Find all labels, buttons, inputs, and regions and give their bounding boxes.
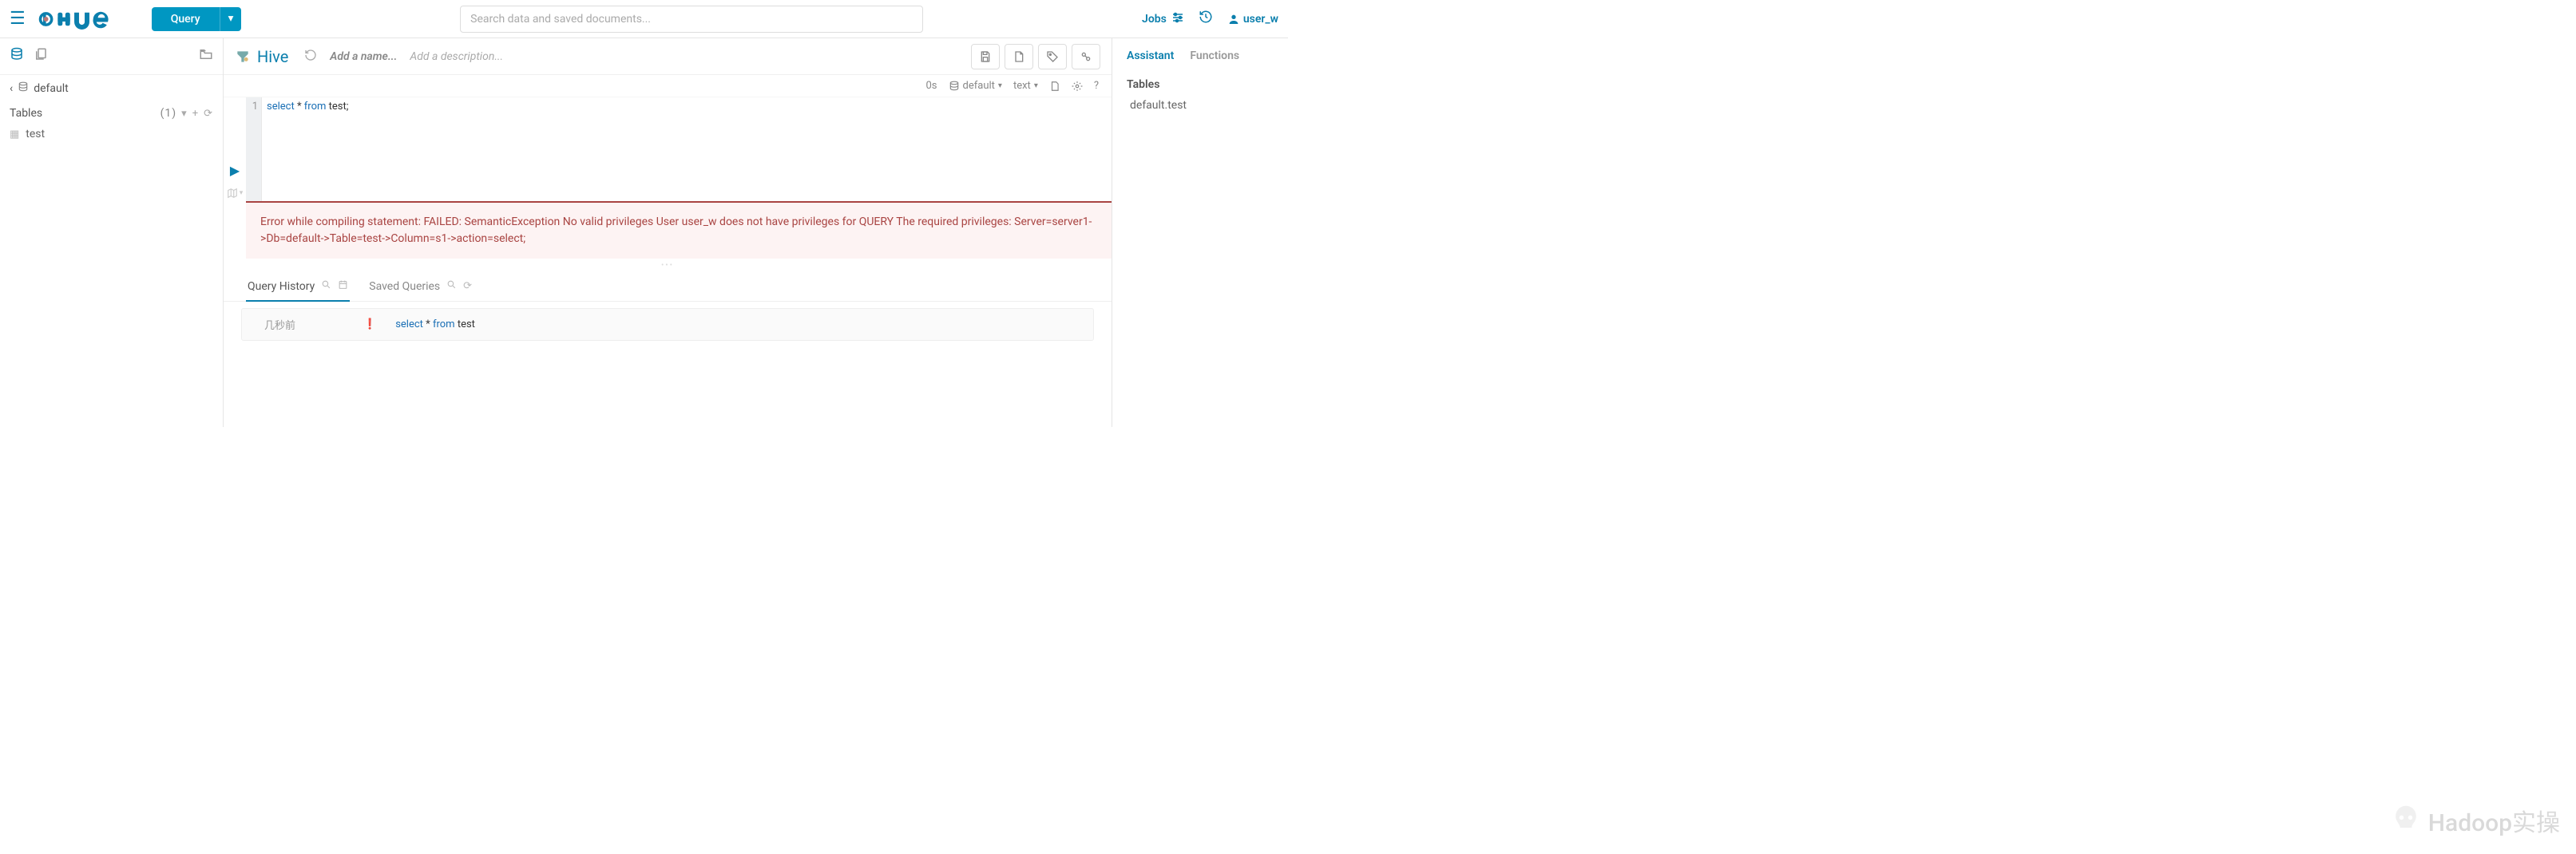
breadcrumb-back-icon[interactable]: ‹	[10, 82, 13, 95]
tab-query-history[interactable]: Query History	[246, 271, 350, 301]
editor-history-icon[interactable]	[304, 49, 317, 65]
assistant-table-item[interactable]: default.test	[1112, 96, 1288, 115]
query-name-input[interactable]: Add a name...	[330, 50, 397, 63]
tables-count: (1)	[161, 107, 177, 120]
assistant-tables-heading: Tables	[1112, 73, 1288, 96]
refresh-tables-icon[interactable]: ⟳	[204, 108, 213, 120]
filter-icon[interactable]: ▾	[181, 108, 188, 120]
engine-label: Hive	[257, 47, 288, 66]
table-name: test	[26, 128, 45, 140]
engine-selector[interactable]: Hive	[235, 47, 288, 66]
sql-editor[interactable]: 1 select * from test;	[246, 97, 1112, 201]
tag-button[interactable]	[1038, 44, 1067, 69]
query-dropdown-caret[interactable]: ▾	[220, 7, 242, 31]
hue-logo[interactable]	[37, 9, 117, 30]
hamburger-icon[interactable]: ☰	[10, 9, 26, 29]
calendar-icon[interactable]	[338, 279, 348, 293]
settings-button[interactable]	[1072, 44, 1100, 69]
refresh-icon[interactable]: ⟳	[463, 280, 472, 292]
history-row[interactable]: 几秒前 ❗ select * from test	[241, 308, 1094, 341]
tab-saved-queries[interactable]: Saved Queries ⟳	[367, 271, 474, 301]
database-sources-icon[interactable]	[10, 47, 24, 65]
doc-icon[interactable]	[1049, 81, 1060, 92]
history-sql: select * from test	[395, 318, 475, 330]
run-query-button[interactable]: ▶	[230, 163, 240, 178]
new-doc-button[interactable]	[1005, 44, 1033, 69]
query-description-input[interactable]: Add a description...	[410, 50, 503, 63]
user-label: user_w	[1243, 13, 1278, 26]
jobs-label: Jobs	[1142, 13, 1167, 26]
table-icon: ▦	[10, 128, 19, 140]
functions-tab[interactable]: Functions	[1190, 49, 1239, 62]
gear-icon[interactable]	[1072, 81, 1083, 92]
add-table-icon[interactable]: +	[192, 108, 199, 120]
history-time: 几秒前	[264, 317, 344, 332]
save-button[interactable]	[971, 44, 1000, 69]
assistant-tab[interactable]: Assistant	[1127, 49, 1174, 62]
sql-code[interactable]: select * from test;	[262, 97, 1112, 201]
resize-handle[interactable]: •••	[224, 259, 1112, 271]
editor-gutter: 1	[246, 97, 262, 201]
sliders-icon	[1171, 11, 1184, 27]
history-icon[interactable]	[1199, 10, 1213, 28]
error-message: Error while compiling statement: FAILED:…	[246, 201, 1112, 259]
search-icon[interactable]	[321, 279, 331, 293]
format-selector[interactable]: text▾	[1013, 80, 1038, 92]
explain-button[interactable]: ▾	[227, 188, 244, 199]
user-menu[interactable]: user_w	[1227, 13, 1278, 26]
database-icon	[18, 81, 29, 96]
table-item[interactable]: ▦ test	[0, 125, 223, 144]
status-warning-icon: ❗	[363, 318, 376, 330]
documents-icon[interactable]	[34, 47, 48, 65]
query-button[interactable]: Query	[152, 7, 220, 31]
global-search-input[interactable]	[460, 6, 923, 33]
folder-open-icon[interactable]	[199, 47, 213, 65]
tables-heading: Tables	[10, 107, 42, 120]
watermark: Hadoop实操	[2388, 803, 2560, 838]
search-icon[interactable]	[446, 279, 457, 293]
help-icon[interactable]: ?	[1094, 80, 1099, 92]
db-selector[interactable]: default▾	[949, 80, 1002, 92]
jobs-link[interactable]: Jobs	[1142, 11, 1184, 27]
elapsed-time: 0s	[926, 80, 937, 92]
breadcrumb-db-name[interactable]: default	[34, 82, 69, 95]
